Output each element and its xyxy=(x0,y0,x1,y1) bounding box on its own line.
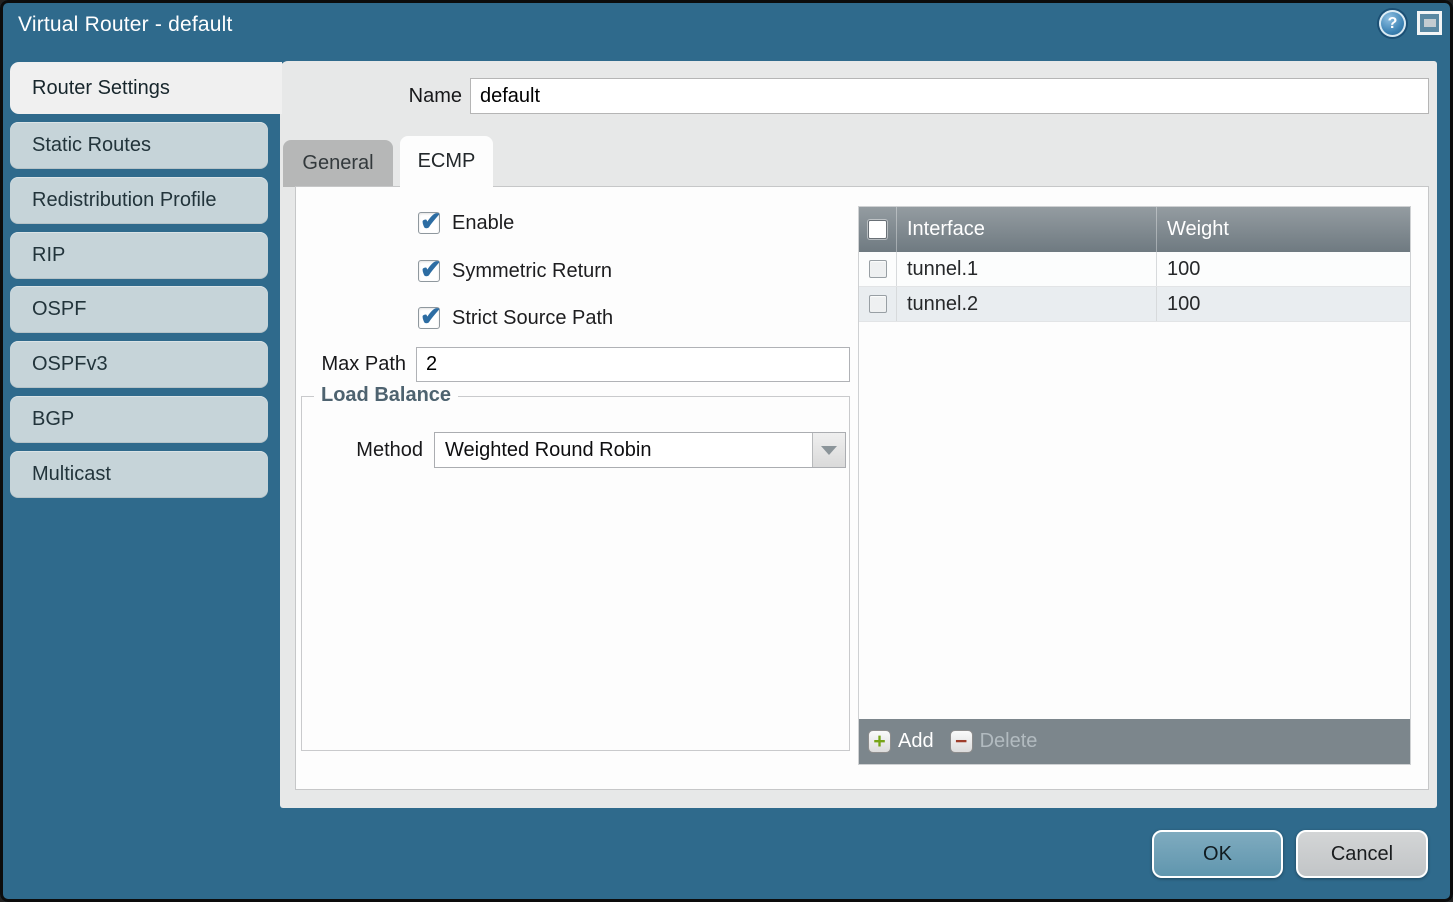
row-checkbox-cell xyxy=(859,252,897,286)
table-toolbar: Add Delete xyxy=(859,719,1410,764)
checkmark-icon xyxy=(420,206,442,237)
method-select-arrow-button[interactable] xyxy=(812,433,845,467)
ok-button[interactable]: OK xyxy=(1152,830,1283,878)
select-all-checkbox[interactable] xyxy=(868,220,887,239)
minus-icon xyxy=(950,730,973,753)
sidebar-item-label: Static Routes xyxy=(32,134,151,157)
weight-column-header: Weight xyxy=(1157,207,1410,252)
delete-button[interactable]: Delete xyxy=(950,730,1038,753)
chevron-down-icon xyxy=(821,446,837,455)
add-button[interactable]: Add xyxy=(868,730,934,753)
table-row[interactable]: tunnel.2 100 xyxy=(859,287,1410,322)
enable-checkbox[interactable] xyxy=(418,212,440,234)
sidebar-item-label: RIP xyxy=(32,244,65,267)
interface-cell: tunnel.2 xyxy=(897,287,1157,321)
ecmp-tab-panel: Enable Symmetric Return Strict Source Pa… xyxy=(295,186,1429,790)
symmetric-return-label: Symmetric Return xyxy=(452,260,612,283)
sidebar-item-label: OSPFv3 xyxy=(32,353,108,376)
name-label: Name xyxy=(330,78,462,114)
max-path-label: Max Path xyxy=(296,347,406,382)
virtual-router-dialog: Virtual Router - default Router Settings… xyxy=(0,0,1453,902)
tab-general[interactable]: General xyxy=(283,140,393,187)
max-path-input[interactable] xyxy=(416,347,850,382)
table-row[interactable]: tunnel.1 100 xyxy=(859,252,1410,287)
checkmark-icon xyxy=(420,301,442,332)
table-header-checkbox-cell xyxy=(859,207,897,252)
help-icon[interactable] xyxy=(1379,10,1406,37)
sidebar-item-label: BGP xyxy=(32,408,74,431)
sidebar-item-label: Multicast xyxy=(32,463,111,486)
sidebar-item-ospf[interactable]: OSPF xyxy=(10,286,268,333)
load-balance-group: Load Balance Method Weighted Round Robin xyxy=(301,396,850,751)
row-checkbox[interactable] xyxy=(869,260,887,278)
symmetric-return-checkbox[interactable] xyxy=(418,260,440,282)
load-balance-legend: Load Balance xyxy=(314,384,458,407)
symmetric-return-checkbox-row: Symmetric Return xyxy=(418,259,612,283)
tab-label: General xyxy=(302,152,373,175)
tab-label: ECMP xyxy=(418,150,476,173)
strict-source-path-checkbox-row: Strict Source Path xyxy=(418,306,613,330)
row-checkbox[interactable] xyxy=(869,295,887,313)
delete-button-label: Delete xyxy=(980,730,1038,753)
sidebar-item-router-settings[interactable]: Router Settings xyxy=(10,62,282,114)
plus-icon xyxy=(868,730,891,753)
row-checkbox-cell xyxy=(859,287,897,321)
sidebar-item-redistribution-profile[interactable]: Redistribution Profile xyxy=(10,177,268,224)
interface-cell: tunnel.1 xyxy=(897,252,1157,286)
interface-column-header: Interface xyxy=(897,207,1157,252)
strict-source-path-label: Strict Source Path xyxy=(452,307,613,330)
enable-checkbox-row: Enable xyxy=(418,211,514,235)
sidebar-item-multicast[interactable]: Multicast xyxy=(10,451,268,498)
sidebar-item-static-routes[interactable]: Static Routes xyxy=(10,122,268,169)
sidebar-item-ospfv3[interactable]: OSPFv3 xyxy=(10,341,268,388)
weight-cell: 100 xyxy=(1157,287,1410,321)
tab-ecmp[interactable]: ECMP xyxy=(400,136,493,187)
sidebar-item-label: Router Settings xyxy=(32,77,170,100)
sidebar-item-rip[interactable]: RIP xyxy=(10,232,268,279)
weight-cell: 100 xyxy=(1157,252,1410,286)
strict-source-path-checkbox[interactable] xyxy=(418,307,440,329)
sidebar-item-label: OSPF xyxy=(32,298,86,321)
method-label: Method xyxy=(322,432,423,468)
table-header: Interface Weight xyxy=(859,207,1410,252)
method-select-value: Weighted Round Robin xyxy=(435,433,845,467)
add-button-label: Add xyxy=(898,730,934,753)
enable-label: Enable xyxy=(452,212,514,235)
cancel-button[interactable]: Cancel xyxy=(1296,830,1428,878)
sidebar-item-bgp[interactable]: BGP xyxy=(10,396,268,443)
checkmark-icon xyxy=(420,254,442,285)
sidebar-item-label: Redistribution Profile xyxy=(32,189,217,212)
restore-window-icon[interactable] xyxy=(1417,11,1442,35)
method-select[interactable]: Weighted Round Robin xyxy=(434,432,846,468)
name-input[interactable] xyxy=(470,78,1429,114)
interface-weight-table: Interface Weight tunnel.1 100 tunnel.2 1… xyxy=(858,206,1411,765)
dialog-title: Virtual Router - default xyxy=(18,13,233,37)
